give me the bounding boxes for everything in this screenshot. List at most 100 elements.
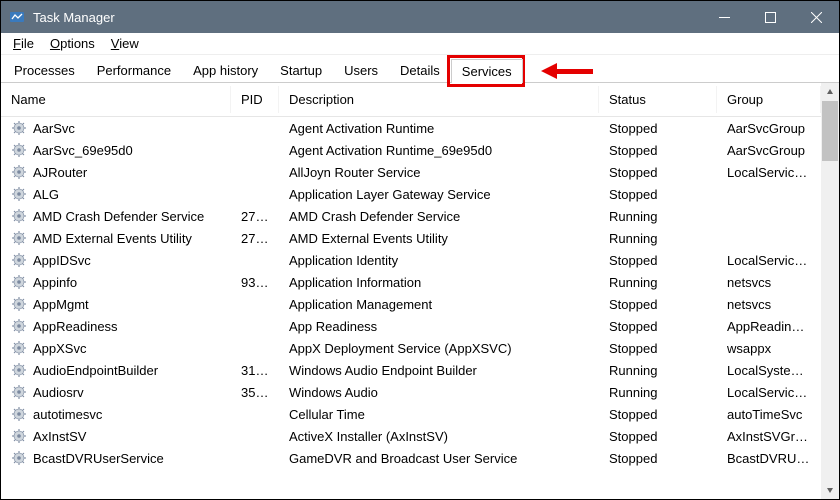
col-status[interactable]: Status <box>599 86 717 113</box>
cell-status: Stopped <box>599 165 717 180</box>
scroll-track[interactable] <box>821 101 839 481</box>
cell-status: Stopped <box>599 143 717 158</box>
cell-description: AllJoyn Router Service <box>279 165 599 180</box>
gear-icon <box>11 252 27 268</box>
table-row[interactable]: AMD External Events Utility2732AMD Exter… <box>1 227 821 249</box>
cell-description: GameDVR and Broadcast User Service <box>279 451 599 466</box>
service-name: BcastDVRUserService <box>33 451 164 466</box>
cell-name: AMD Crash Defender Service <box>1 208 231 224</box>
table-row[interactable]: Appinfo9376Application InformationRunnin… <box>1 271 821 293</box>
cell-name: Appinfo <box>1 274 231 290</box>
table-row[interactable]: BcastDVRUserService GameDVR and Broadcast… <box>1 447 821 469</box>
cell-name: AudioEndpointBuilder <box>1 362 231 378</box>
cell-description: Application Identity <box>279 253 599 268</box>
close-button[interactable] <box>793 1 839 33</box>
cell-pid: 2724 <box>231 209 279 224</box>
cell-status: Running <box>599 209 717 224</box>
cell-name: AMD External Events Utility <box>1 230 231 246</box>
titlebar: Task Manager <box>1 1 839 33</box>
services-grid: Name PID Description Status Group AarSvc… <box>1 83 821 469</box>
cell-pid: 9376 <box>231 275 279 290</box>
service-name: ALG <box>33 187 59 202</box>
window-title: Task Manager <box>33 10 701 25</box>
service-name: autotimesvc <box>33 407 102 422</box>
cell-group: AarSvcGroup <box>717 121 821 136</box>
col-pid[interactable]: PID <box>231 86 279 113</box>
col-name[interactable]: Name <box>1 86 231 113</box>
table-row[interactable]: Audiosrv3516Windows AudioRunningLocalSer… <box>1 381 821 403</box>
cell-status: Stopped <box>599 253 717 268</box>
cell-name: Audiosrv <box>1 384 231 400</box>
service-name: Audiosrv <box>33 385 84 400</box>
cell-name: AJRouter <box>1 164 231 180</box>
table-row[interactable]: AarSvc_69e95d0Agent Activation Runtime_6… <box>1 139 821 161</box>
task-manager-icon <box>9 9 25 25</box>
cell-group: LocalServiceNe... <box>717 165 821 180</box>
cell-group: LocalServiceNe... <box>717 385 821 400</box>
tab-app-history[interactable]: App history <box>182 58 269 82</box>
service-name: AarSvc <box>33 121 75 136</box>
table-row[interactable]: AppIDSvc Application IdentityStoppedLocal… <box>1 249 821 271</box>
table-row[interactable]: AarSvc Agent Activation RuntimeStoppedAar… <box>1 117 821 139</box>
scroll-up-button[interactable] <box>821 83 839 101</box>
arrow-head-icon <box>541 63 557 79</box>
tab-users[interactable]: Users <box>333 58 389 82</box>
cell-pid: 3180 <box>231 363 279 378</box>
table-row[interactable]: AMD Crash Defender Service2724AMD Crash … <box>1 205 821 227</box>
cell-status: Running <box>599 231 717 246</box>
maximize-button[interactable] <box>747 1 793 33</box>
cell-description: App Readiness <box>279 319 599 334</box>
cell-group: AarSvcGroup <box>717 143 821 158</box>
gear-icon <box>11 230 27 246</box>
scroll-down-button[interactable] <box>821 481 839 499</box>
cell-description: Windows Audio Endpoint Builder <box>279 363 599 378</box>
table-row[interactable]: AudioEndpointBuilder3180Windows Audio En… <box>1 359 821 381</box>
table-row[interactable]: AJRouter AllJoyn Router ServiceStoppedLoc… <box>1 161 821 183</box>
cell-group: LocalServiceNe... <box>717 253 821 268</box>
tab-performance[interactable]: Performance <box>86 58 182 82</box>
cell-name: AarSvc <box>1 120 231 136</box>
cell-status: Stopped <box>599 121 717 136</box>
cell-group: autoTimeSvc <box>717 407 821 422</box>
table-row[interactable]: AxInstSVActiveX Installer (AxInstSV)Stop… <box>1 425 821 447</box>
tab-details[interactable]: Details <box>389 58 451 82</box>
cell-description: Agent Activation Runtime <box>279 121 599 136</box>
gear-icon <box>11 428 27 444</box>
cell-description: AMD Crash Defender Service <box>279 209 599 224</box>
scroll-thumb[interactable] <box>822 101 838 161</box>
tab-startup[interactable]: Startup <box>269 58 333 82</box>
tab-services[interactable]: Services <box>451 59 523 83</box>
cell-description: Application Information <box>279 275 599 290</box>
menu-options[interactable]: Options <box>44 35 101 52</box>
service-name: AMD Crash Defender Service <box>33 209 204 224</box>
cell-status: Stopped <box>599 187 717 202</box>
table-row[interactable]: AppMgmtApplication ManagementStoppednets… <box>1 293 821 315</box>
service-name: AarSvc_69e95d0 <box>33 143 133 158</box>
content-area: Name PID Description Status Group AarSvc… <box>1 83 839 499</box>
menu-view[interactable]: View <box>105 35 145 52</box>
table-row[interactable]: AppReadinessApp ReadinessStoppedAppReadi… <box>1 315 821 337</box>
tab-processes[interactable]: Processes <box>3 58 86 82</box>
gear-icon <box>11 384 27 400</box>
cell-description: Windows Audio <box>279 385 599 400</box>
gear-icon <box>11 120 27 136</box>
table-row[interactable]: ALGApplication Layer Gateway ServiceStop… <box>1 183 821 205</box>
service-name: Appinfo <box>33 275 77 290</box>
cell-status: Stopped <box>599 407 717 422</box>
cell-group: AppReadiness <box>717 319 821 334</box>
gear-icon <box>11 142 27 158</box>
col-group[interactable]: Group <box>717 86 821 113</box>
table-row[interactable]: autotimesvcCellular TimeStoppedautoTimeS… <box>1 403 821 425</box>
service-name: AppIDSvc <box>33 253 91 268</box>
cell-description: AMD External Events Utility <box>279 231 599 246</box>
cell-name: ALG <box>1 186 231 202</box>
cell-status: Running <box>599 363 717 378</box>
cell-name: AxInstSV <box>1 428 231 444</box>
minimize-button[interactable] <box>701 1 747 33</box>
col-description[interactable]: Description <box>279 86 599 113</box>
cell-name: AppReadiness <box>1 318 231 334</box>
gear-icon <box>11 164 27 180</box>
table-row[interactable]: AppXSvcAppX Deployment Service (AppXSVC)… <box>1 337 821 359</box>
cell-group: LocalSystemNe... <box>717 363 821 378</box>
menu-file[interactable]: File <box>7 35 40 52</box>
